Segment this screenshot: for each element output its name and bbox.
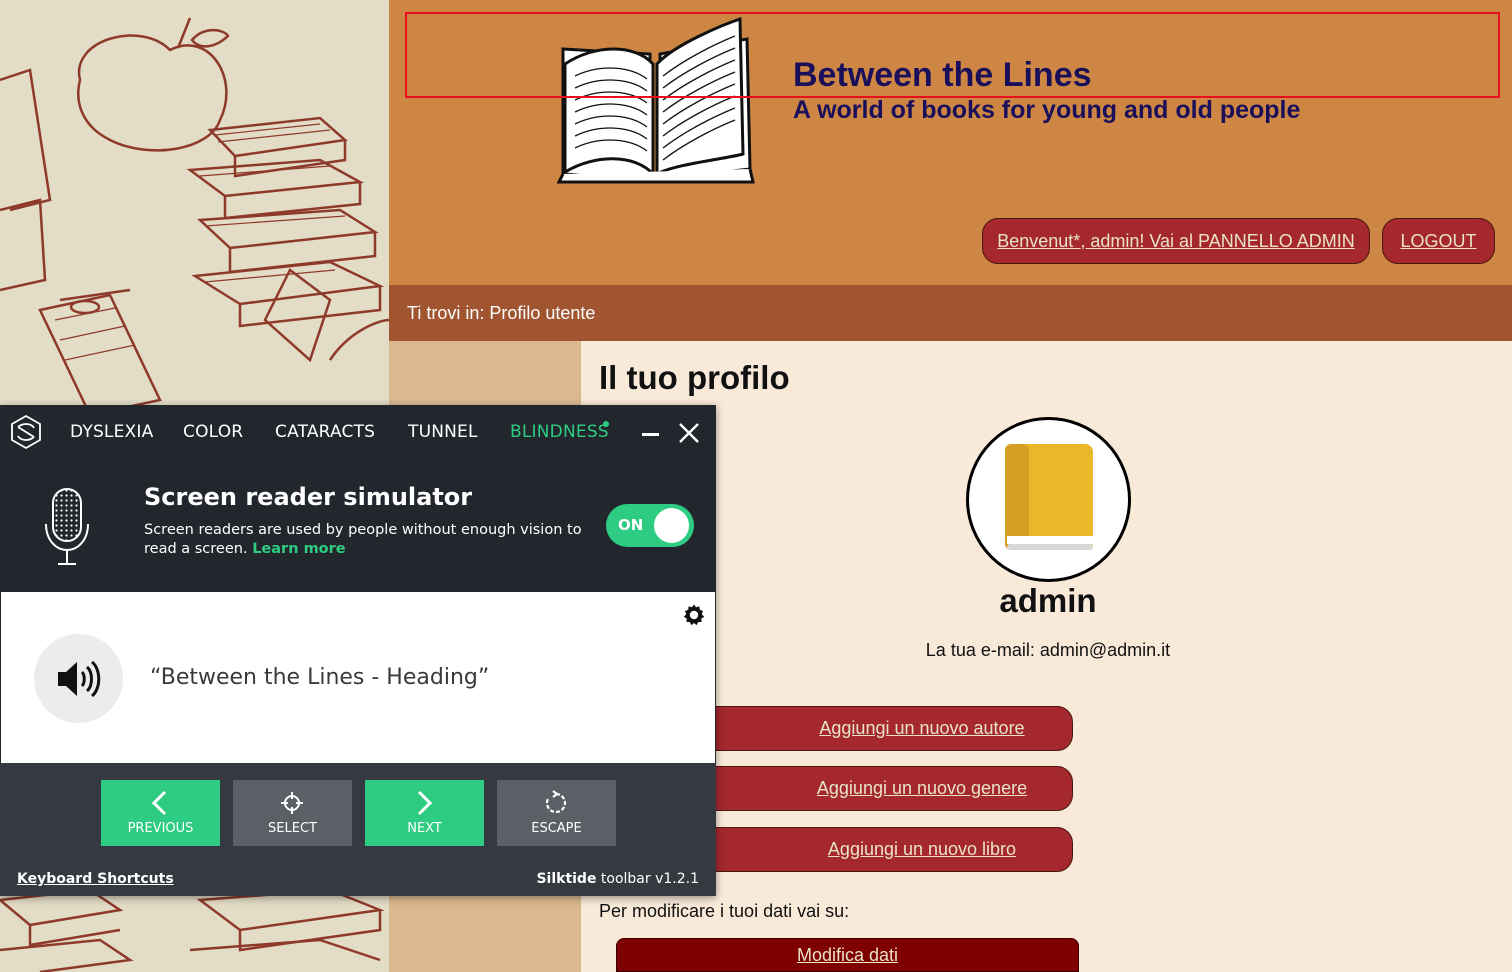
crosshair-icon: [281, 792, 303, 814]
close-icon[interactable]: [678, 422, 700, 444]
add-book-button[interactable]: Aggiungi un nuovo libro: [661, 827, 1073, 872]
avatar: [966, 417, 1131, 582]
brand-name: Silktide: [536, 871, 597, 887]
select-label: SELECT: [268, 821, 317, 836]
add-author-button[interactable]: Aggiungi un nuovo autore: [661, 706, 1073, 751]
toggle-knob: [654, 508, 689, 543]
previous-label: PREVIOUS: [127, 821, 194, 836]
open-book-logo: [555, 14, 755, 186]
speaker-icon: [57, 660, 100, 697]
site-title: Between the Lines: [793, 56, 1092, 94]
refresh-icon: [545, 790, 567, 814]
main-content: Il tuo profilo admin La tua e-mail: admi…: [581, 341, 1512, 972]
simulator-description-text: Screen readers are used by people withou…: [144, 522, 582, 557]
site-header: Between the Lines A world of books for y…: [389, 0, 1512, 285]
site-subtitle: A world of books for young and old peopl…: [793, 96, 1301, 124]
spoken-text: “Between the Lines - Heading”: [150, 665, 490, 690]
version-text: toolbar v1.2.1: [600, 871, 699, 887]
breadcrumb: Ti trovi in: Profilo utente: [389, 285, 1512, 341]
tab-dyslexia[interactable]: DYSLEXIA: [70, 422, 153, 442]
next-button[interactable]: NEXT: [365, 780, 484, 846]
microphone-icon: [45, 488, 89, 565]
book-icon: [1004, 443, 1093, 550]
select-button[interactable]: SELECT: [233, 780, 352, 846]
page-title: Il tuo profilo: [599, 359, 790, 396]
tab-cataracts[interactable]: CATARACTS: [275, 422, 375, 442]
edit-data-button[interactable]: Modifica dati: [616, 938, 1079, 972]
username: admin: [999, 582, 1097, 619]
simulator-toggle[interactable]: ON: [606, 504, 694, 547]
silktide-toolbar: DYSLEXIA COLOR CATARACTS TUNNEL BLINDNES…: [0, 405, 716, 896]
escape-label: ESCAPE: [531, 821, 582, 836]
escape-button[interactable]: ESCAPE: [497, 780, 616, 846]
gear-icon[interactable]: [682, 603, 706, 627]
chevron-left-icon: [151, 790, 167, 816]
navigation-controls: PREVIOUS SELECT NEXT ESCAPE Keyboard Sho…: [0, 763, 716, 896]
speech-output-panel: “Between the Lines - Heading”: [1, 592, 715, 763]
simulator-description: Screen readers are used by people withou…: [144, 521, 584, 559]
tab-blindness[interactable]: BLINDNESS: [510, 422, 609, 442]
previous-button[interactable]: PREVIOUS: [101, 780, 220, 846]
tab-color[interactable]: COLOR: [183, 422, 243, 442]
toggle-label: ON: [618, 516, 644, 534]
learn-more-link[interactable]: Learn more: [252, 541, 345, 557]
speaker-button[interactable]: [34, 634, 123, 723]
edit-intro-text: Per modificare i tuoi dati vai su:: [599, 901, 850, 921]
admin-panel-link[interactable]: Benvenut*, admin! Vai al PANNELLO ADMIN: [982, 218, 1370, 264]
active-tab-indicator: [603, 421, 609, 427]
email-line: La tua e-mail: admin@admin.it: [925, 640, 1171, 660]
keyboard-shortcuts-link[interactable]: Keyboard Shortcuts: [17, 871, 174, 887]
tab-tunnel[interactable]: TUNNEL: [408, 422, 478, 442]
minimize-icon[interactable]: [642, 425, 660, 441]
logout-link[interactable]: LOGOUT: [1382, 218, 1495, 264]
silktide-logo-icon: [11, 414, 41, 450]
toolbar-version: Silktide toolbar v1.2.1: [536, 871, 699, 887]
chevron-right-icon: [417, 790, 433, 816]
simulator-title: Screen reader simulator: [144, 483, 473, 511]
add-genre-button[interactable]: Aggiungi un nuovo genere: [661, 766, 1073, 811]
toolbar-top-panel: DYSLEXIA COLOR CATARACTS TUNNEL BLINDNES…: [0, 405, 716, 591]
next-label: NEXT: [407, 821, 442, 836]
